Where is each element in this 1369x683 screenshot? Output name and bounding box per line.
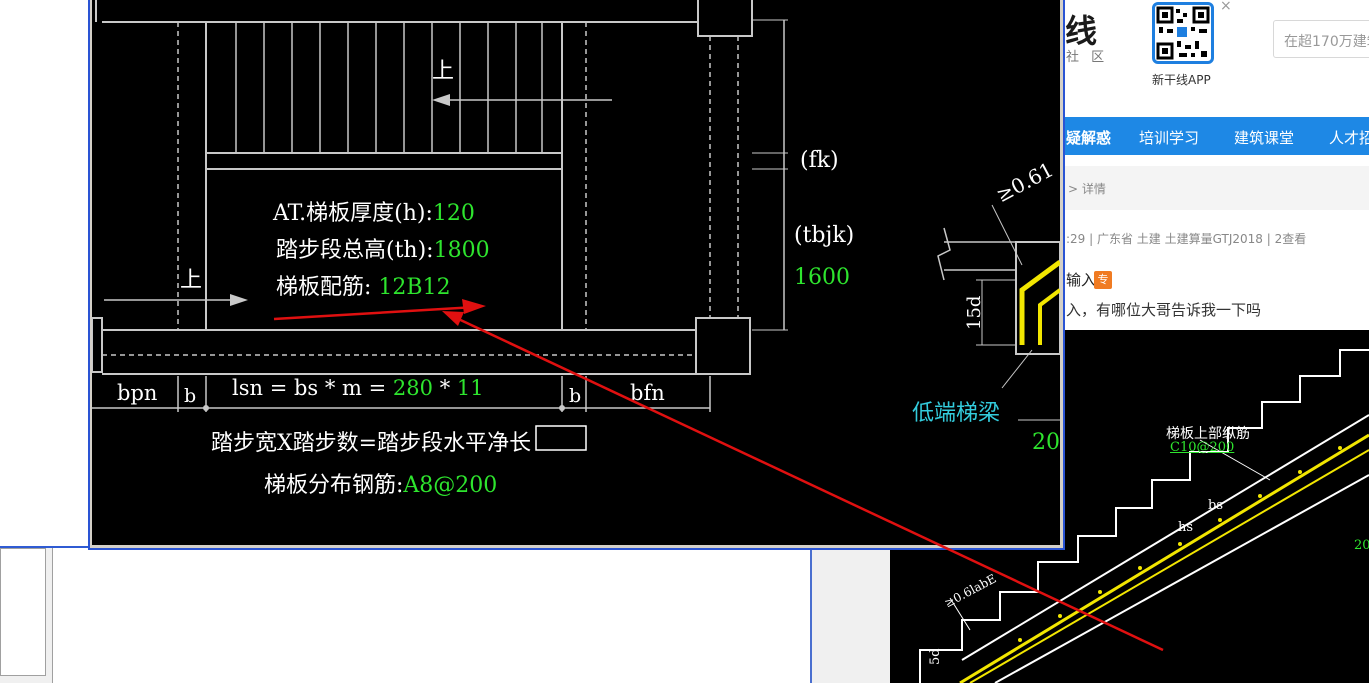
- red-annotation-arrow: [273, 299, 1164, 652]
